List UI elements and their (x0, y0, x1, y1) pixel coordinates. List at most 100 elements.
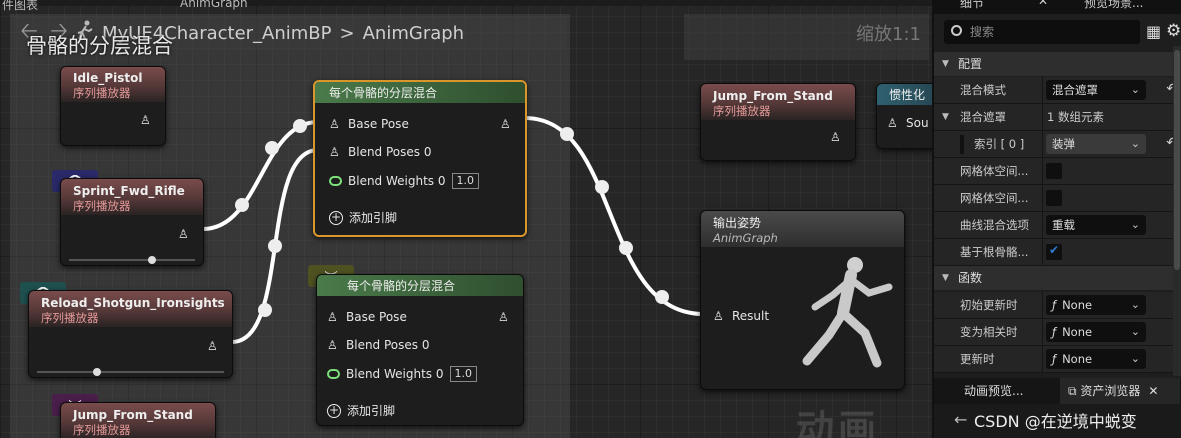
output-pose-pin[interactable]: ♙ (178, 227, 191, 241)
output-pose-pin[interactable]: ♙ (207, 339, 220, 353)
row-label: 更新时 (960, 352, 995, 366)
row-blend-mask: ▼ 混合遮罩 1 数组元素 (934, 104, 1174, 131)
gear-icon[interactable]: ⚙ (1166, 21, 1181, 41)
node-header: 输出姿势 AnimGraph (701, 211, 904, 247)
vertical-scrollbar[interactable] (1173, 46, 1181, 376)
row-curve-blend: 曲线混合选项 重载 ⌄ (934, 212, 1174, 239)
weights-value-field[interactable]: 1.0 (451, 173, 479, 189)
footer: ← CSDN @在逆境中蜕变 (934, 404, 1181, 438)
node-subtitle: 序列播放器 (73, 423, 131, 437)
node-reload-shotgun[interactable]: Reload_Shotgun_Ironsights 序列播放器 ♙ (28, 290, 233, 378)
indent-bar (960, 135, 964, 154)
function-icon: ƒ (1052, 298, 1057, 312)
add-pin-button[interactable]: + 添加引脚 (329, 209, 397, 226)
base-pose-pin[interactable]: ♙ Base Pose (329, 117, 409, 131)
play-position-slider[interactable] (69, 256, 195, 264)
result-pin[interactable]: ♙ Result (713, 309, 769, 323)
wire-knot (235, 198, 249, 212)
chevron-down-icon: ⌄ (1130, 298, 1140, 311)
output-pose-pin[interactable]: ♙ (140, 113, 153, 127)
close-icon[interactable]: ✕ (1038, 0, 1048, 8)
row-label: 网格体空间... (960, 164, 1029, 178)
checkbox[interactable] (1046, 163, 1062, 179)
wire-knot (619, 241, 633, 255)
tab-details[interactable]: 细节 (960, 0, 984, 11)
wire-blend-to-result (523, 116, 704, 316)
blend-weights-pin[interactable]: Blend Weights 0 1.0 (329, 173, 479, 189)
table-view-icon[interactable]: ▦ (1146, 22, 1161, 41)
details-panel: 细节 ✕ 预览场景... 搜索 ▦ ⚙ ▼ 配置 混合模式 混合遮罩⌄↶ ▼ 混合… (932, 0, 1181, 438)
function-dropdown[interactable]: ƒ None ⌄ (1046, 322, 1146, 342)
checkbox-checked[interactable]: ✔ (1046, 243, 1062, 260)
wire-knot (268, 239, 282, 253)
output-pose-pin[interactable]: ♙ (500, 117, 513, 131)
node-jump-from-stand-left[interactable]: Jump_From_Stand 序列播放器 (60, 402, 216, 438)
tab-preview-scene[interactable]: 预览场景... (1084, 0, 1143, 11)
node-layered-blend[interactable]: 每个骨骼的分层混合 ♙ Base Pose ♙ ♙ Blend Poses 0 Bl… (316, 274, 524, 426)
scrollbar-thumb[interactable] (1174, 50, 1180, 270)
row-on-update: 更新时 ƒ None ⌄ (934, 346, 1174, 373)
add-pin-button[interactable]: + 添加引脚 (327, 402, 395, 419)
pin-label: Blend Weights 0 (348, 174, 446, 188)
node-idle-pistol[interactable]: Idle_Pistol 序列播放器 ♙ (60, 66, 166, 146)
blend-weights-pin[interactable]: Blend Weights 0 1.0 (327, 366, 477, 382)
slider-knob[interactable] (93, 368, 102, 376)
weights-value-field[interactable]: 1.0 (449, 366, 477, 382)
section-label: 配置 (958, 57, 983, 71)
tab-asset-browser[interactable]: ⧉ 资产浏览器 ✕ (1060, 378, 1180, 404)
node-layered-blend-selected[interactable]: 每个骨骼的分层混合 ♙ Base Pose ♙ ♙ Blend Poses 0 Bl… (313, 80, 527, 237)
pose-pin-icon: ♙ (140, 113, 151, 127)
pose-pin-icon: ♙ (887, 116, 898, 130)
node-title: Jump_From_Stand (713, 89, 833, 103)
float-pin-icon (329, 176, 342, 186)
close-icon[interactable]: ✕ (1148, 384, 1158, 398)
section-config[interactable]: ▼ 配置 (934, 52, 1181, 76)
collapse-triangle-icon: ▼ (942, 59, 949, 69)
function-icon: ƒ (1052, 325, 1057, 339)
source-pin[interactable]: ♙ Sou (887, 116, 929, 130)
node-header: 每个骨骼的分层混合 (317, 275, 523, 296)
node-header: 惯性化 (877, 84, 932, 105)
node-jump-from-stand-right[interactable]: Jump_From_Stand 序列播放器 ♙ (700, 83, 856, 161)
row-label: 变为相关时 (960, 325, 1018, 339)
function-dropdown[interactable]: ƒ None ⌄ (1046, 295, 1146, 315)
row-root-bone: 基于根骨骼... ✔ (934, 239, 1174, 266)
node-title: Idle_Pistol (73, 71, 143, 85)
index-dropdown[interactable]: 装弹 ⌄ (1046, 134, 1146, 154)
checkbox[interactable] (1046, 190, 1062, 206)
pose-pin-icon: ♙ (329, 145, 340, 159)
row-mesh-space-1: 网格体空间... (934, 158, 1174, 185)
base-pose-pin[interactable]: ♙ Base Pose (327, 310, 407, 324)
pose-pin-icon: ♙ (500, 117, 511, 131)
collapse-triangle-icon[interactable]: ▼ (942, 112, 949, 122)
node-output-pose[interactable]: 输出姿势 AnimGraph ♙ Result (700, 210, 905, 390)
graph-watermark: 动画 (796, 407, 881, 438)
function-dropdown[interactable]: ƒ None ⌄ (1046, 349, 1146, 369)
blend-poses-pin[interactable]: ♙ Blend Poses 0 (329, 145, 431, 159)
array-count: 1 数组元素 (1047, 110, 1104, 124)
blend-poses-pin[interactable]: ♙ Blend Poses 0 (327, 338, 429, 352)
pin-label: Base Pose (346, 310, 407, 324)
pose-pin-icon: ♙ (207, 339, 218, 353)
pose-pin-icon: ♙ (329, 117, 340, 131)
play-position-slider[interactable] (37, 368, 224, 376)
tab-anim-preview[interactable]: 动画预览... (956, 378, 1023, 404)
check-icon: ✔ (1049, 243, 1060, 257)
blend-mode-dropdown[interactable]: 混合遮罩 ⌄ (1046, 80, 1146, 100)
curve-blend-dropdown[interactable]: 重载 ⌄ (1046, 215, 1146, 235)
node-sprint-fwd-rifle[interactable]: Sprint_Fwd_Rifle 序列播放器 ♙ (60, 178, 204, 266)
output-pose-pin[interactable]: ♙ (830, 130, 843, 144)
section-functions[interactable]: ▼ 函数 (934, 266, 1181, 290)
output-pose-pin[interactable]: ♙ (498, 310, 511, 324)
row-blend-mode: 混合模式 混合遮罩⌄↶ (934, 77, 1178, 104)
anim-graph-canvas[interactable]: 件图表 AnimGraph 缩放1:1 🡠 🡢 MyUE4Character_A… (0, 0, 932, 438)
back-arrow-icon[interactable]: ← (954, 410, 967, 429)
panel-tabs: 细节 ✕ 预览场景... (934, 0, 1181, 14)
node-header: Reload_Shotgun_Ironsights 序列播放器 (29, 291, 232, 327)
node-inertialization[interactable]: 惯性化 ♙ Sou (876, 83, 932, 149)
section-label: 函数 (958, 271, 983, 285)
pin-label: Base Pose (348, 117, 409, 131)
row-label: 混合模式 (960, 83, 1006, 97)
search-input[interactable]: 搜索 (944, 20, 1140, 44)
slider-knob[interactable] (148, 256, 157, 264)
